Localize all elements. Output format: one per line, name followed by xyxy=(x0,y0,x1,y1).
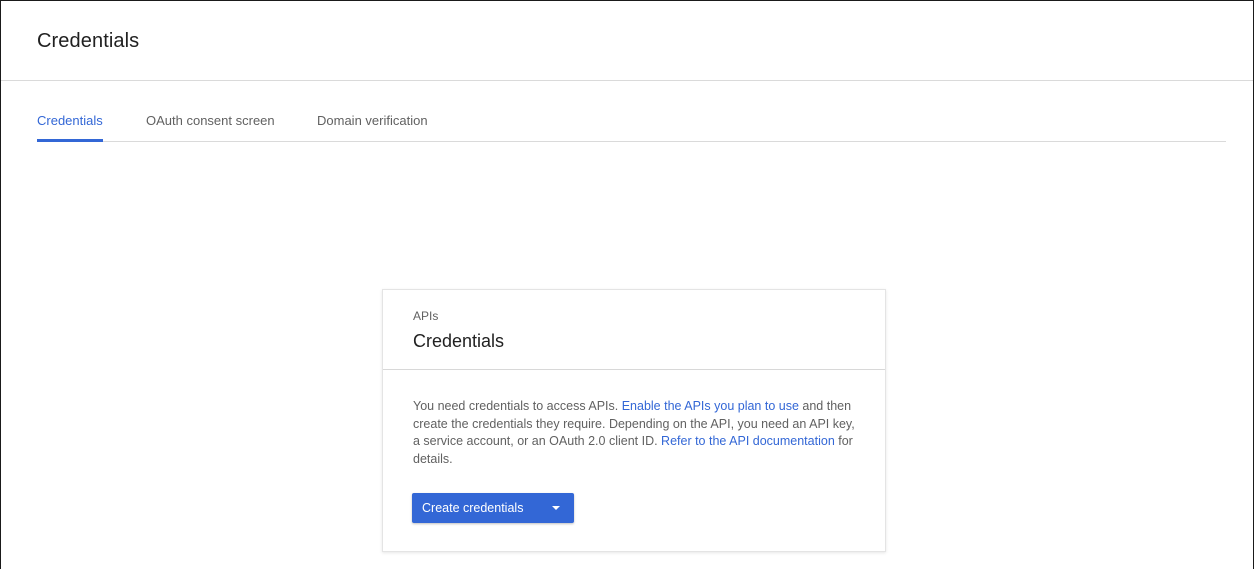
description-text: You need credentials to access APIs. xyxy=(413,399,622,413)
card-description: You need credentials to access APIs. Ena… xyxy=(413,398,861,468)
api-documentation-link[interactable]: Refer to the API documentation xyxy=(661,434,835,448)
create-credentials-button[interactable]: Create credentials xyxy=(412,493,574,523)
tab-credentials[interactable]: Credentials xyxy=(37,107,103,142)
page-title: Credentials xyxy=(37,30,140,52)
app-window: Credentials Credentials OAuth consent sc… xyxy=(0,0,1254,569)
card-eyebrow: APIs xyxy=(413,309,439,323)
card-title: Credentials xyxy=(413,331,505,351)
credentials-card: APIs Credentials You need credentials to… xyxy=(382,289,886,552)
tab-bar: Credentials OAuth consent screen Domain … xyxy=(37,107,1226,142)
caret-down-icon xyxy=(552,506,560,510)
page-header: Credentials xyxy=(1,1,1253,81)
enable-apis-link[interactable]: Enable the APIs you plan to use xyxy=(622,399,799,413)
card-header: APIs Credentials xyxy=(383,290,885,370)
create-credentials-label: Create credentials xyxy=(422,501,524,515)
tab-oauth-consent-screen[interactable]: OAuth consent screen xyxy=(146,107,275,141)
tab-domain-verification[interactable]: Domain verification xyxy=(317,107,428,141)
